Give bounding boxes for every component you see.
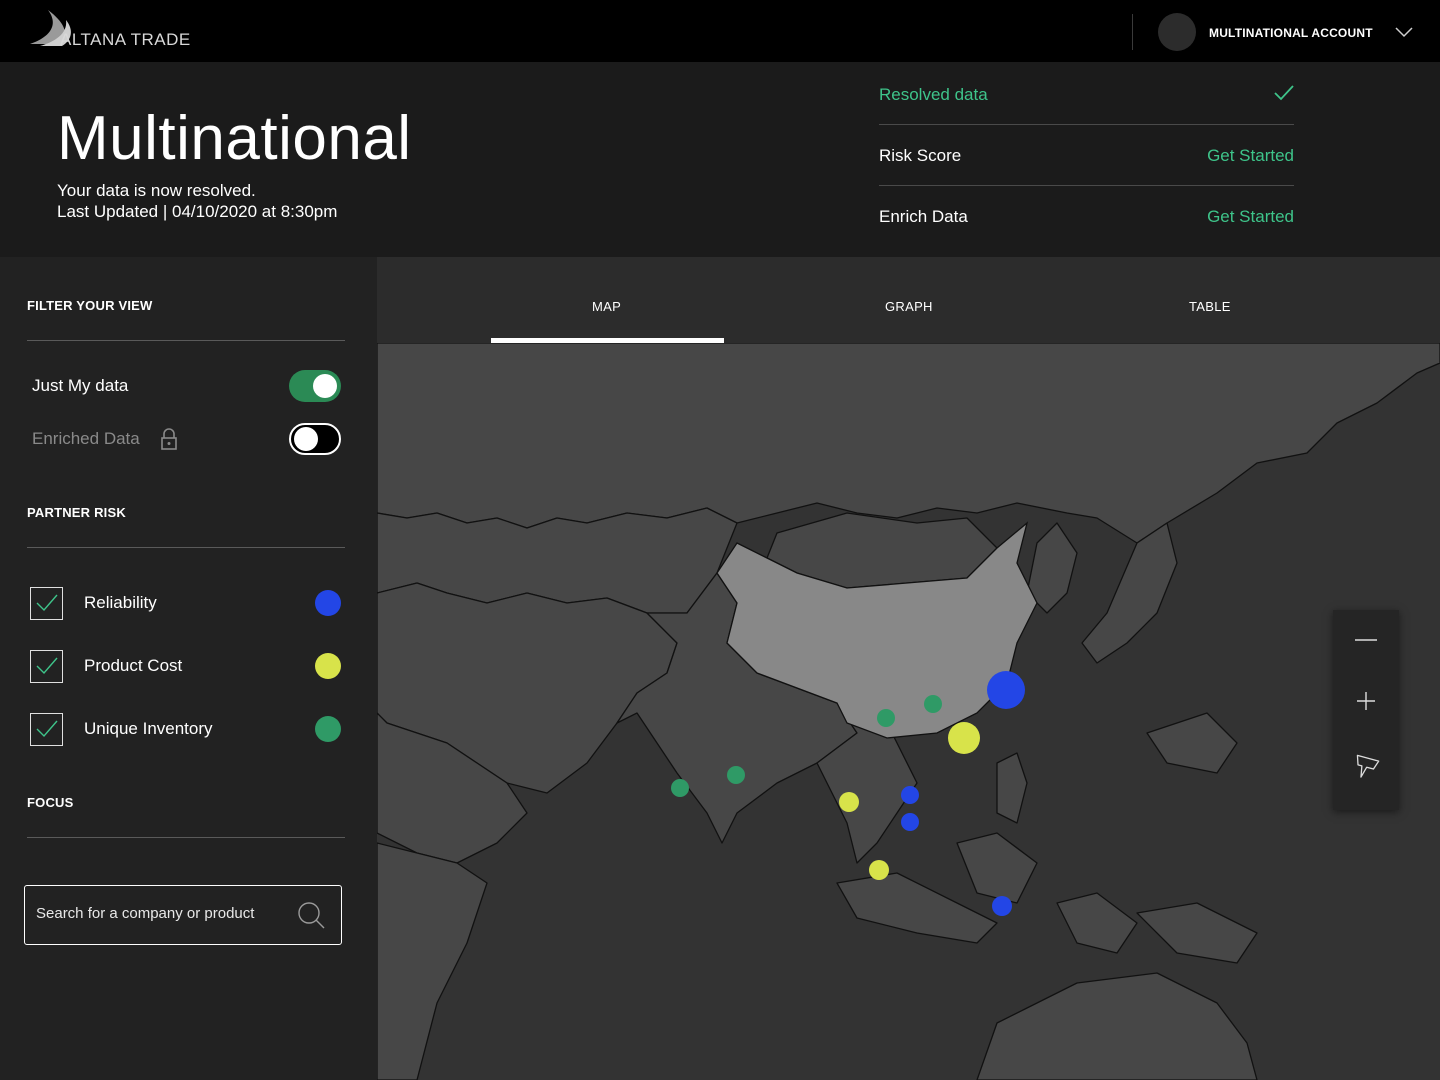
check-icon — [36, 720, 58, 738]
check-icon — [1274, 85, 1294, 101]
status-resolved-data: Resolved data — [879, 63, 1294, 125]
search-input[interactable] — [34, 904, 298, 923]
focus-title: FOCUS — [27, 795, 74, 810]
zoom-in-button[interactable] — [1333, 671, 1399, 731]
get-started-link[interactable]: Get Started — [1207, 146, 1294, 166]
brand-name: ALTANA TRADE — [60, 30, 191, 49]
status-risk-score: Risk Score Get Started — [879, 124, 1294, 186]
map-marker-reliability[interactable] — [901, 813, 919, 831]
get-started-link[interactable]: Get Started — [1207, 207, 1294, 227]
map-marker-unique-inventory[interactable] — [671, 779, 689, 797]
map-marker-unique-inventory[interactable] — [924, 695, 942, 713]
tab-map[interactable]: MAP — [592, 299, 621, 314]
map-marker-reliability[interactable] — [987, 671, 1025, 709]
unique-inventory-checkbox[interactable] — [30, 713, 63, 746]
reliability-legend-dot — [315, 590, 341, 616]
status-label: Resolved data — [879, 85, 988, 104]
account-label[interactable]: MULTINATIONAL ACCOUNT — [1209, 26, 1373, 40]
status-enrich-data: Enrich Data Get Started — [879, 185, 1294, 246]
avatar[interactable] — [1158, 13, 1196, 51]
map-marker-unique-inventory[interactable] — [877, 709, 895, 727]
map-marker-reliability[interactable] — [992, 896, 1012, 916]
divider — [27, 547, 345, 548]
zoom-out-icon — [1355, 639, 1377, 641]
pin-button[interactable] — [1333, 736, 1399, 796]
just-my-data-toggle[interactable] — [289, 370, 341, 402]
risk-label-reliability: Reliability — [84, 593, 157, 612]
tab-table[interactable]: TABLE — [1189, 299, 1231, 314]
risk-label-product-cost: Product Cost — [84, 656, 183, 675]
map-marker-unique-inventory[interactable] — [727, 766, 745, 784]
divider — [27, 340, 345, 341]
map-marker-product-cost[interactable] — [869, 860, 889, 880]
lock-icon — [161, 428, 177, 450]
status-label: Risk Score — [879, 146, 962, 165]
product-cost-legend-dot — [315, 653, 341, 679]
pin-icon — [1356, 754, 1380, 778]
zoom-out-button[interactable] — [1333, 610, 1399, 670]
partner-risk-title: PARTNER RISK — [27, 505, 126, 520]
divider — [27, 837, 345, 838]
map-marker-product-cost[interactable] — [948, 722, 980, 754]
search-icon[interactable] — [297, 901, 325, 929]
last-updated: Last Updated | 04/10/2020 at 8:30pm — [57, 202, 338, 221]
toggle-knob — [294, 427, 318, 451]
enriched-data-toggle[interactable] — [289, 423, 341, 455]
page-title: Multinational — [57, 104, 412, 173]
map-marker-product-cost[interactable] — [839, 792, 859, 812]
map[interactable] — [377, 343, 1440, 1080]
toggle-label-enriched-data: Enriched Data — [32, 429, 140, 448]
chevron-down-icon[interactable] — [1395, 26, 1413, 38]
check-icon — [36, 594, 58, 612]
map-land — [377, 343, 1440, 1080]
view-tabs: MAP GRAPH TABLE — [377, 257, 1440, 343]
risk-label-unique-inventory: Unique Inventory — [84, 719, 213, 738]
top-bar: ALTANA TRADE MULTINATIONAL ACCOUNT — [0, 0, 1440, 62]
unique-inventory-legend-dot — [315, 716, 341, 742]
check-icon — [36, 657, 58, 675]
toggle-label-just-my-data: Just My data — [32, 376, 129, 395]
reliability-checkbox[interactable] — [30, 587, 63, 620]
toggle-knob — [313, 374, 337, 398]
search-box[interactable] — [24, 885, 342, 945]
product-cost-checkbox[interactable] — [30, 650, 63, 683]
map-marker-reliability[interactable] — [901, 786, 919, 804]
map-controls — [1333, 610, 1399, 810]
page-subtitle: Your data is now resolved. — [57, 181, 256, 200]
filter-title: FILTER YOUR VIEW — [27, 298, 153, 313]
status-label: Enrich Data — [879, 207, 968, 226]
tab-graph[interactable]: GRAPH — [885, 299, 933, 314]
top-divider — [1132, 14, 1133, 50]
zoom-in-icon — [1357, 692, 1375, 710]
